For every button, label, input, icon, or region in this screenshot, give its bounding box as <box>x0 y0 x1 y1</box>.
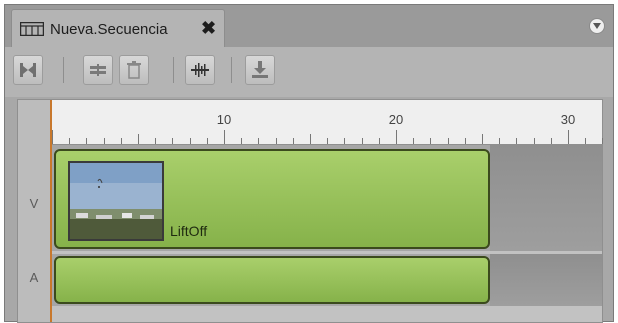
ruler-tick <box>533 138 535 144</box>
ruler-tick <box>430 138 432 144</box>
sequence-icon <box>20 22 44 36</box>
ruler-tick <box>206 138 208 144</box>
ruler-tick <box>258 138 260 144</box>
toolbar-divider <box>231 57 232 83</box>
ruler-tick <box>275 138 277 144</box>
track-header-column: V A <box>18 100 51 322</box>
ruler-tick <box>396 130 397 144</box>
track-label-audio[interactable]: A <box>18 270 50 285</box>
mark-clip-button[interactable] <box>13 55 43 85</box>
track-empty-area <box>490 254 602 306</box>
audio-scrub-button[interactable] <box>185 55 215 85</box>
ruler-tick <box>120 138 122 144</box>
audio-scrub-icon <box>191 63 209 77</box>
ruler-tick <box>464 138 466 144</box>
ruler-tick <box>550 138 552 144</box>
ruler-tick <box>447 138 449 144</box>
ruler-tick <box>499 138 501 144</box>
chevron-down-icon <box>593 23 601 29</box>
clip-thumbnail-image <box>70 163 162 239</box>
delete-icon <box>127 61 141 79</box>
playhead[interactable] <box>50 100 52 322</box>
tab-sequence[interactable]: Nueva.Secuencia ✖ <box>11 9 225 47</box>
ruler-tick <box>482 134 483 144</box>
download-icon <box>252 61 268 78</box>
ruler-label: 30 <box>560 112 576 127</box>
ruler-tick <box>361 138 363 144</box>
ruler-tick <box>224 130 225 144</box>
ruler-tick <box>172 138 174 144</box>
download-button[interactable] <box>245 55 275 85</box>
ruler-tick <box>516 138 518 144</box>
panel-menu-button[interactable] <box>589 18 605 34</box>
ruler-tick <box>241 138 243 144</box>
ruler-tick <box>189 138 191 144</box>
toolbar-divider <box>63 57 64 83</box>
ruler-tick <box>52 130 53 144</box>
clip-thumbnail <box>68 161 164 241</box>
ruler-tick <box>292 138 294 144</box>
ruler-tick <box>568 130 569 144</box>
tab-title: Nueva.Secuencia <box>50 21 168 38</box>
sequence-panel: Nueva.Secuencia ✖ V A 10 20 30 LiftOff <box>4 4 614 323</box>
timeline[interactable]: V A 10 20 30 LiftOff <box>17 99 604 323</box>
clip-name: LiftOff <box>170 223 208 239</box>
splice-icon <box>90 64 106 76</box>
delete-button[interactable] <box>119 55 149 85</box>
video-clip[interactable]: LiftOff <box>54 149 490 249</box>
ruler-tick <box>86 138 88 144</box>
timecode-ruler[interactable]: 10 20 30 <box>52 100 604 145</box>
ruler-tick <box>327 138 329 144</box>
ruler-tick <box>413 138 415 144</box>
tab-bar: Nueva.Secuencia ✖ <box>5 5 613 48</box>
ruler-tick <box>585 138 587 144</box>
track-empty-area <box>490 145 602 251</box>
ruler-tick <box>103 138 105 144</box>
ruler-label: 10 <box>216 112 232 127</box>
toolbar-divider <box>173 57 174 83</box>
ruler-label: 20 <box>388 112 404 127</box>
close-icon[interactable]: ✖ <box>201 18 216 39</box>
track-label-video[interactable]: V <box>18 196 50 211</box>
ruler-tick <box>310 134 311 144</box>
splice-button[interactable] <box>83 55 113 85</box>
toolbar <box>5 47 613 97</box>
video-track[interactable]: LiftOff <box>52 145 602 251</box>
audio-clip[interactable] <box>54 256 490 304</box>
ruler-tick <box>602 138 604 144</box>
ruler-tick <box>69 138 71 144</box>
ruler-tick <box>344 138 346 144</box>
ruler-tick <box>378 138 380 144</box>
ruler-tick <box>155 138 157 144</box>
ruler-tick <box>138 134 139 144</box>
audio-track[interactable] <box>52 254 602 306</box>
mark-clip-icon <box>20 63 36 77</box>
